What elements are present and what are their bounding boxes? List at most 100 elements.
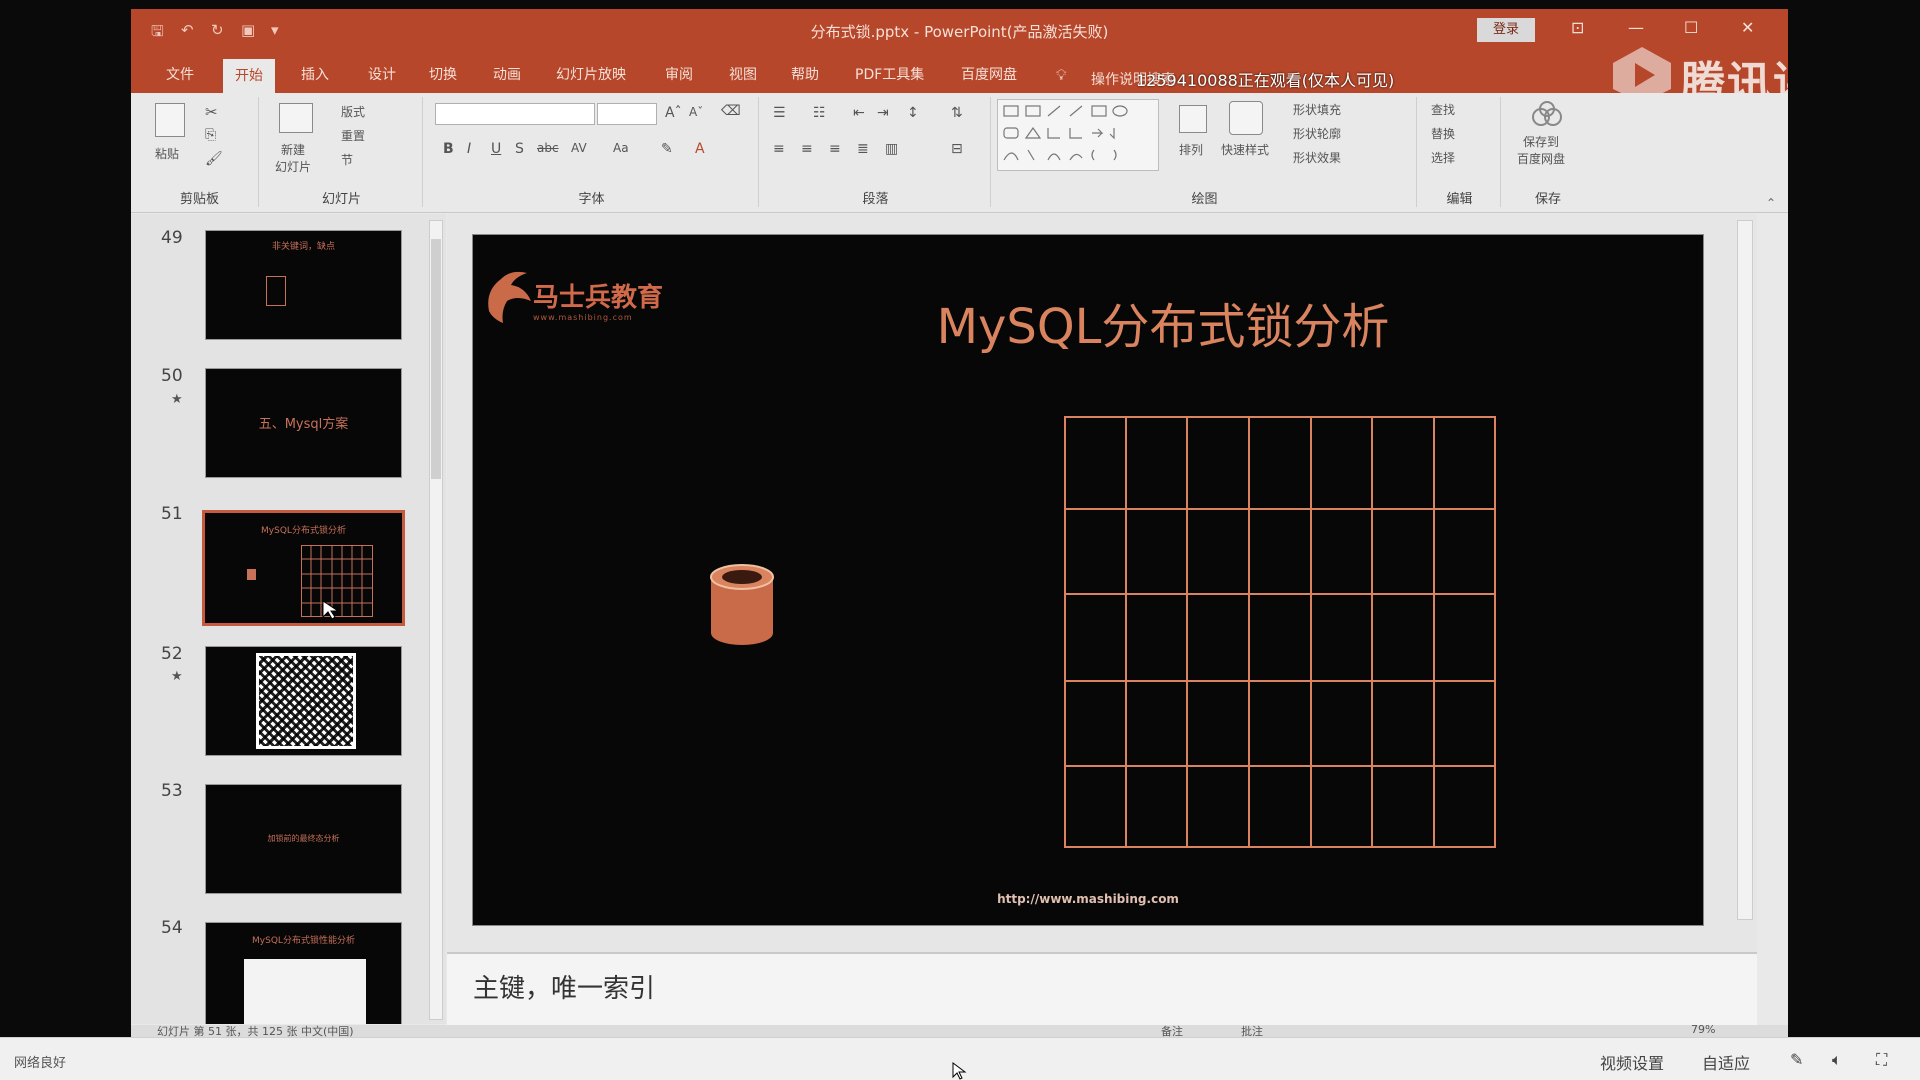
cut-icon[interactable]: ✂: [205, 103, 218, 121]
strikethrough-button[interactable]: abc: [537, 141, 559, 155]
thumb-number: 50: [161, 366, 183, 386]
line-spacing-icon[interactable]: ↕: [907, 105, 919, 121]
columns-icon[interactable]: ▥: [885, 141, 898, 157]
shape-outline-button[interactable]: 形状轮廓: [1293, 125, 1341, 142]
ribbon-tabs: 文件 开始 插入 设计 切换 动画 幻灯片放映 审阅 视图 帮助 PDF工具集 …: [131, 53, 1788, 93]
align-right-icon[interactable]: ≡: [829, 141, 841, 157]
thumb-number: 49: [161, 228, 183, 248]
animation-star-icon: ★: [171, 392, 183, 407]
notes-toggle-button[interactable]: 备注: [1161, 1023, 1183, 1037]
mouse-cursor-icon: [952, 1062, 967, 1080]
select-button[interactable]: 选择: [1431, 149, 1455, 166]
comments-toggle-button[interactable]: 批注: [1241, 1023, 1263, 1037]
clear-format-icon[interactable]: ⌫: [721, 103, 741, 119]
slide-thumbnail-50[interactable]: 五、Mysql方案: [205, 368, 402, 478]
align-text-icon[interactable]: ⊟: [951, 141, 963, 157]
shape-fill-button[interactable]: 形状填充: [1293, 101, 1341, 118]
scrollbar-thumb[interactable]: [431, 239, 441, 479]
font-size-select[interactable]: [597, 103, 657, 125]
replace-button[interactable]: 替换: [1431, 125, 1455, 142]
numbering-icon[interactable]: ☷: [813, 105, 826, 121]
slide-thumbnail-52[interactable]: [205, 646, 402, 756]
minimize-button[interactable]: —: [1628, 18, 1644, 37]
thumbnails-scrollbar[interactable]: [429, 220, 443, 1020]
align-left-icon[interactable]: ≡: [773, 141, 785, 157]
login-button[interactable]: 登录: [1477, 18, 1535, 42]
fullscreen-icon[interactable]: ⛶: [1876, 1050, 1887, 1070]
tab-review[interactable]: 审阅: [665, 61, 693, 93]
watching-overlay: 1259410088正在观看(仅本人可见): [1136, 71, 1395, 90]
ribbon-display-icon[interactable]: ⊡: [1571, 18, 1584, 37]
italic-button[interactable]: I: [467, 141, 471, 157]
new-slide-icon[interactable]: [279, 103, 313, 133]
collapse-ribbon-icon[interactable]: ⌃: [1766, 196, 1776, 210]
slide-title[interactable]: MySQL分布式锁分析: [473, 287, 1703, 357]
volume-icon[interactable]: 🔈︎: [1832, 1050, 1842, 1070]
quick-styles-icon[interactable]: [1229, 101, 1263, 135]
arrange-icon[interactable]: [1179, 105, 1207, 133]
change-case-button[interactable]: Aa: [613, 141, 629, 155]
thumb-content: [244, 959, 366, 1024]
notes-text[interactable]: 主键，唯一索引: [473, 968, 655, 1005]
save-to-baidu-button[interactable]: 保存到 百度网盘: [1517, 133, 1565, 167]
lightbulb-icon: 💡︎: [1056, 66, 1067, 84]
tab-view[interactable]: 视图: [729, 61, 757, 93]
thumb-db-shape: [247, 569, 256, 580]
paste-icon[interactable]: [155, 103, 185, 137]
paste-button[interactable]: 粘贴: [155, 145, 179, 162]
current-slide[interactable]: 马士兵教育 www.mashibing.com MySQL分布式锁分析 http…: [472, 234, 1704, 926]
copy-icon[interactable]: ⎘: [205, 127, 216, 143]
char-spacing-button[interactable]: AV: [571, 141, 587, 155]
tab-design[interactable]: 设计: [368, 61, 396, 93]
slide-scrollbar[interactable]: [1737, 220, 1753, 920]
grow-font-button[interactable]: Aˆ: [665, 105, 682, 121]
text-direction-icon[interactable]: ⇅: [951, 105, 963, 121]
baidu-cloud-icon[interactable]: [1529, 101, 1565, 129]
slide-thumbnail-54[interactable]: MySQL分布式锁性能分析: [205, 922, 402, 1024]
format-painter-icon[interactable]: 🖌︎: [205, 151, 223, 167]
increase-indent-icon[interactable]: ⇥: [877, 105, 889, 121]
font-color-button[interactable]: A: [695, 141, 705, 157]
tab-pdf-tools[interactable]: PDF工具集: [855, 61, 924, 93]
font-family-select[interactable]: [435, 103, 595, 125]
close-button[interactable]: ✕: [1741, 18, 1754, 37]
reset-button[interactable]: 重置: [341, 127, 365, 144]
tab-help[interactable]: 帮助: [791, 61, 819, 93]
underline-button[interactable]: U: [491, 141, 501, 157]
shape-effects-button[interactable]: 形状效果: [1293, 149, 1341, 166]
editing-label: 编辑: [1446, 192, 1473, 207]
find-button[interactable]: 查找: [1431, 101, 1455, 118]
fit-screen-button[interactable]: 自适应: [1702, 1050, 1750, 1074]
highlight-icon[interactable]: ✎: [661, 141, 673, 157]
tab-home[interactable]: 开始: [223, 59, 275, 93]
layout-button[interactable]: 版式: [341, 103, 365, 120]
tab-baidu-netdisk[interactable]: 百度网盘: [961, 61, 1017, 93]
section-button[interactable]: 节: [341, 151, 353, 168]
tab-slideshow[interactable]: 幻灯片放映: [556, 61, 626, 93]
slide-thumbnail-53[interactable]: 加锁前的最终态分析: [205, 784, 402, 894]
bullets-icon[interactable]: ☰: [773, 105, 786, 121]
maximize-button[interactable]: ☐: [1684, 18, 1698, 37]
video-settings-button[interactable]: 视频设置: [1600, 1050, 1664, 1074]
tab-animations[interactable]: 动画: [493, 61, 521, 93]
zoom-level[interactable]: 79%: [1691, 1023, 1715, 1036]
slide-footer-url: http://www.mashibing.com: [997, 892, 1179, 906]
new-slide-button[interactable]: 新建 幻灯片: [275, 141, 311, 175]
decrease-indent-icon[interactable]: ⇤: [853, 105, 865, 121]
tab-file[interactable]: 文件: [166, 61, 194, 93]
align-center-icon[interactable]: ≡: [801, 141, 813, 157]
notes-pane[interactable]: 主键，唯一索引: [447, 952, 1757, 1032]
font-label: 字体: [578, 192, 605, 207]
shadow-button[interactable]: S: [515, 141, 524, 157]
justify-icon[interactable]: ≣: [857, 141, 869, 157]
pen-icon[interactable]: ✎: [1790, 1050, 1803, 1069]
shrink-font-button[interactable]: Aˇ: [689, 105, 703, 119]
slide-thumbnail-49[interactable]: 非关键词，缺点: [205, 230, 402, 340]
quick-styles-button[interactable]: 快速样式: [1221, 141, 1269, 158]
slide-thumbnail-51[interactable]: MySQL分布式锁分析: [202, 510, 405, 626]
tab-transitions[interactable]: 切换: [429, 61, 457, 93]
shapes-gallery[interactable]: [997, 99, 1159, 171]
tab-insert[interactable]: 插入: [301, 61, 329, 93]
bold-button[interactable]: B: [443, 141, 454, 157]
arrange-button[interactable]: 排列: [1179, 141, 1203, 158]
